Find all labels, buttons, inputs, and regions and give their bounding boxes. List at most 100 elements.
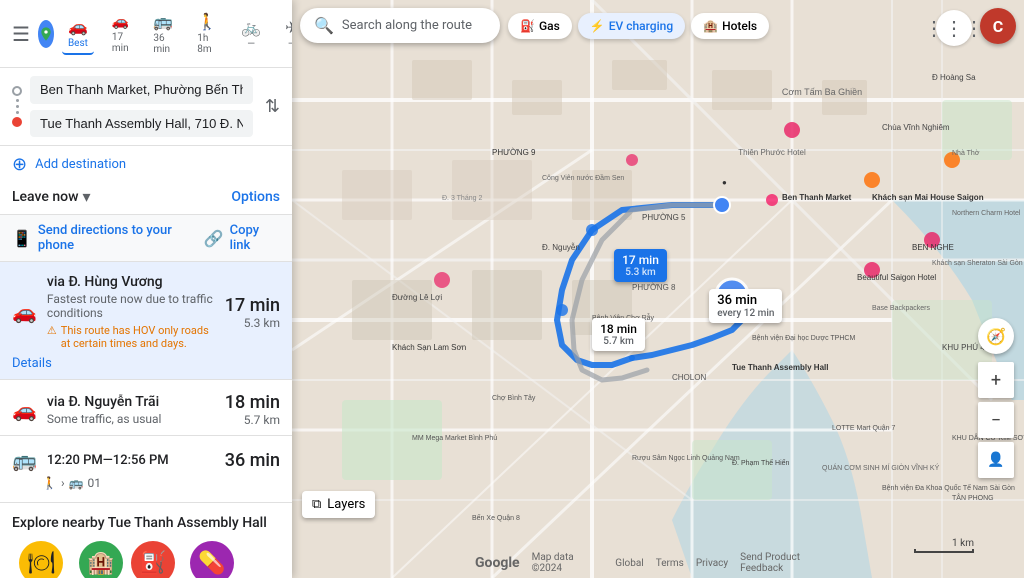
svg-text:Ben Thanh Market: Ben Thanh Market [782, 193, 852, 202]
add-icon: ⊕ [12, 154, 27, 175]
sidebar: ☰ 🚗 Best 🚗 17 min 🚌 36 min 🚶 [0, 0, 292, 578]
terms-link[interactable]: Terms [656, 558, 684, 569]
compass-button[interactable]: 🧭 [978, 318, 1014, 354]
explore-chip-hotels[interactable]: 🏨 Hotels [79, 541, 123, 578]
map-controls: 🧭 + − 👤 [978, 318, 1014, 478]
explore-chip-restaurants[interactable]: 🍽 Restaurants [12, 541, 71, 578]
svg-text:Chợ Bình Tây: Chợ Bình Tây [492, 395, 536, 402]
restaurants-icon: 🍽 [19, 541, 63, 578]
transit-option[interactable]: 🚌 12:20 PM—12:56 PM 36 min 🚶 › 🚌 01 [0, 436, 292, 503]
mode-walk[interactable]: 🚶 1h 8m [191, 8, 223, 59]
svg-text:Chùa Vĩnh Nghiêm: Chùa Vĩnh Nghiêm [882, 123, 950, 132]
map-search-box[interactable]: 🔍 Search along the route [300, 8, 500, 43]
layers-button[interactable]: ⧉ Layers [302, 491, 375, 518]
link-icon: 🔗 [204, 229, 224, 248]
svg-text:PHƯỜNG 8: PHƯỜNG 8 [632, 283, 676, 292]
filter-ev[interactable]: ⚡ EV charging [578, 13, 685, 39]
mode-bike[interactable]: 🚲 — [235, 14, 267, 54]
street-view-button[interactable]: 👤 [978, 442, 1014, 478]
svg-text:PHƯỜNG 9: PHƯỜNG 9 [492, 148, 536, 157]
privacy-link[interactable]: Privacy [696, 558, 728, 569]
svg-text:Northern Charm Hotel: Northern Charm Hotel [952, 210, 1021, 217]
svg-text:Bệnh viện Đa Khoa Quốc Tế Nam: Bệnh viện Đa Khoa Quốc Tế Nam Sài Gòn [882, 483, 1015, 492]
svg-text:Rượu Sâm Ngọc Linh Quảng Nam: Rượu Sâm Ngọc Linh Quảng Nam [632, 455, 740, 462]
svg-text:LOTTE Mart Quận 7: LOTTE Mart Quận 7 [832, 425, 896, 432]
car-icon-1: 🚗 [12, 300, 37, 324]
transit-time-box[interactable]: 36 min every 12 min [709, 289, 782, 323]
send-directions-button[interactable]: 📱 Send directions to your phone [12, 223, 204, 253]
svg-text:Bệnh viện Đại học Dược TPHCM: Bệnh viện Đại học Dược TPHCM [752, 335, 855, 342]
route-option-2[interactable]: 🚗 via Đ. Nguyễn Trãi Some traffic, as us… [0, 380, 292, 436]
send-feedback-link[interactable]: Send Product Feedback [740, 552, 841, 574]
explore-chip-gas[interactable]: ⛽ Gas [131, 541, 175, 578]
leave-now-button[interactable]: Leave now ▾ [12, 187, 91, 206]
origin-dot [12, 86, 22, 96]
svg-text:Base Backpackers: Base Backpackers [872, 305, 930, 312]
details-link[interactable]: Details [12, 356, 280, 371]
explore-chips: 🍽 Restaurants 🏨 Hotels ⛽ Gas 💊 Pharmacie… [12, 541, 280, 578]
warning-icon: ⚠ [47, 324, 57, 337]
svg-text:Khách Sạn Lam Sơn: Khách Sạn Lam Sơn [392, 343, 466, 352]
compass-icon: 🧭 [986, 327, 1006, 346]
send-copy-bar: 📱 Send directions to your phone 🔗 Copy l… [0, 215, 292, 262]
svg-text:Khách sạn Mai House Saigon: Khách sạn Mai House Saigon [872, 193, 984, 202]
google-logo: Google [475, 555, 520, 571]
mode-transit[interactable]: 🚌 36 min [147, 8, 179, 59]
route-time-box-1[interactable]: 17 min 5.3 km [614, 249, 667, 282]
route-option-1[interactable]: 🚗 via Đ. Hùng Vương Fastest route now du… [0, 262, 292, 380]
add-destination-button[interactable]: ⊕ Add destination [0, 146, 292, 179]
hamburger-button[interactable]: ☰ [12, 22, 30, 46]
svg-text:Bến Xe Quận 8: Bến Xe Quận 8 [472, 513, 520, 522]
svg-text:PHƯỜNG 5: PHƯỜNG 5 [642, 213, 686, 222]
mode-drive-time[interactable]: 🚗 17 min [106, 10, 135, 58]
filter-gas[interactable]: ⛽ Gas [508, 13, 572, 39]
bus-icon-small: 🚌 [69, 476, 84, 490]
user-avatar[interactable]: C [980, 8, 1016, 44]
scale-bar: 1 km [914, 538, 974, 553]
origin-input[interactable] [30, 76, 253, 104]
zoom-in-button[interactable]: + [978, 362, 1014, 398]
map-data-text: Map data ©2024 [532, 552, 604, 574]
svg-text:TÂN PHONG: TÂN PHONG [952, 493, 994, 502]
svg-text:Đ. 3 Tháng 2: Đ. 3 Tháng 2 [442, 195, 482, 202]
svg-text:Đ Hoàng Sa: Đ Hoàng Sa [932, 73, 976, 82]
zoom-out-button[interactable]: − [978, 402, 1014, 438]
gas-icon: ⛽ [131, 541, 175, 578]
global-link[interactable]: Global [615, 558, 643, 569]
destination-input[interactable] [30, 110, 253, 138]
svg-text:Nhà Thờ: Nhà Thờ [952, 150, 980, 157]
svg-text:Beautiful Saigon Hotel: Beautiful Saigon Hotel [857, 273, 936, 282]
filter-hotels[interactable]: 🏨 Hotels [691, 13, 769, 39]
copy-link-button[interactable]: 🔗 Copy link [204, 223, 280, 253]
arrow-icon: › [61, 476, 65, 490]
car-icon-2: 🚗 [12, 398, 37, 422]
apps-grid-button[interactable]: ⋮⋮⋮ [936, 10, 972, 46]
svg-text:Khách sạn Sheraton Sài Gòn: Khách sạn Sheraton Sài Gòn [932, 260, 1023, 267]
svg-text:Đ. Phạm Thế Hiển: Đ. Phạm Thế Hiển [732, 458, 790, 467]
route-warning: ⚠ This route has HOV only roads at certa… [47, 324, 215, 350]
route-time-box-2[interactable]: 18 min 5.7 km [592, 318, 645, 351]
route-inputs: ⇅ [0, 68, 292, 146]
svg-text:Tue Thanh Assembly Hall: Tue Thanh Assembly Hall [732, 363, 828, 372]
ev-filter-icon: ⚡ [590, 19, 605, 33]
transit-stops: 🚶 › 🚌 01 [42, 476, 280, 490]
search-icon: 🔍 [314, 16, 334, 35]
google-maps-logo [38, 20, 54, 48]
mode-flight[interactable]: ✈ — [279, 14, 292, 54]
explore-chip-pharmacies[interactable]: 💊 Pharmacies [183, 541, 241, 578]
swap-button[interactable]: ⇅ [265, 96, 280, 117]
svg-text:Cơm Tấm Ba Ghiền: Cơm Tấm Ba Ghiền [782, 87, 862, 97]
svg-text:Công Viên nước Đầm Sen: Công Viên nước Đầm Sen [542, 173, 624, 182]
svg-text:QUÁN CƠM SINH MÍ GIÒN VĨNH KÝ: QUÁN CƠM SINH MÍ GIÒN VĨNH KÝ [822, 463, 940, 472]
svg-text:Đường Lê Lợi: Đường Lê Lợi [392, 293, 442, 302]
map-area[interactable]: Cơm Tấm Ba Ghiền Thiên Phước Hotel Chùa … [292, 0, 1024, 578]
svg-text:CHOLON: CHOLON [672, 373, 706, 382]
svg-text:BEN NGHE: BEN NGHE [912, 243, 954, 252]
mode-drive[interactable]: 🚗 Best [62, 13, 94, 55]
map-footer: Google Map data ©2024 Global Terms Priva… [475, 552, 841, 574]
options-button[interactable]: Options [231, 189, 280, 205]
walk-icon-small: 🚶 [42, 476, 57, 490]
transit-icon: 🚌 [12, 448, 37, 472]
transport-modes: 🚗 Best 🚗 17 min 🚌 36 min 🚶 1h 8m 🚲 — ✈ [62, 8, 292, 59]
explore-title: Explore nearby Tue Thanh Assembly Hall [12, 515, 280, 531]
